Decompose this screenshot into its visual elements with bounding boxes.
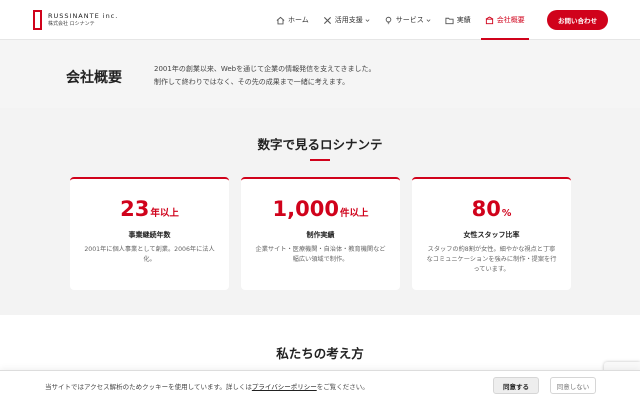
philosophy-section-title: 私たちの考え方 xyxy=(276,346,364,361)
nav-label-company: 会社概要 xyxy=(496,16,525,24)
page-description: 2001年の創業以来、Webを通じて企業の情報発信を支えてきました。 制作して終… xyxy=(154,63,376,89)
folder-icon xyxy=(445,17,454,24)
stat-card-years: 23 年以上 事業継続年数 2001年に個人事業として創業。2006年に法人化。 xyxy=(70,177,229,290)
stat-value: 23 年以上 xyxy=(70,197,229,221)
stat-value: 80 % xyxy=(412,197,571,221)
stat-unit: % xyxy=(501,208,512,219)
nav-item-support[interactable]: 活用支援 xyxy=(323,0,370,40)
tools-icon xyxy=(323,16,331,24)
chevron-down-icon xyxy=(365,18,370,22)
nav-item-company[interactable]: 会社概要 xyxy=(480,0,529,40)
stat-description: スタッフの約8割が女性。細やかな視点と丁寧なコミュニケーションを強みに制作・提案… xyxy=(426,246,557,273)
nav-label-home: ホーム xyxy=(288,16,309,24)
stat-label: 制作実績 xyxy=(306,231,335,239)
nav-label-works: 実績 xyxy=(456,16,471,24)
cookie-message: 当サイトではアクセス解析のためクッキーを使用しています。詳しくはプライバシーポリ… xyxy=(45,381,369,391)
cookie-text-after: をご覧ください。 xyxy=(316,383,369,391)
cookie-agree-button[interactable]: 同意する xyxy=(493,377,539,394)
brand-subname: 株式会社 ロシナンテ xyxy=(48,21,95,28)
site-header: RUSSINANTE inc. 株式会社 ロシナンテ ホーム 活用支援 サービス… xyxy=(0,0,640,40)
stat-value: 1,000 件以上 xyxy=(241,197,400,221)
stat-unit: 年以上 xyxy=(150,208,179,219)
home-icon xyxy=(276,16,285,24)
stat-unit: 件以上 xyxy=(339,208,369,219)
contact-button[interactable]: お問い合わせ xyxy=(547,10,608,30)
chevron-down-icon xyxy=(426,18,431,22)
nav-label-services: サービス xyxy=(395,16,424,24)
stat-label: 事業継続年数 xyxy=(128,231,171,239)
bulb-icon xyxy=(385,16,392,24)
nav-item-services[interactable]: サービス xyxy=(384,0,431,40)
brand-name: RUSSINANTE inc. xyxy=(48,11,119,20)
stat-number: 1,000 xyxy=(272,197,339,221)
nav-item-works[interactable]: 実績 xyxy=(445,0,471,40)
cookie-text-before: 当サイトではアクセス解析のためクッキーを使用しています。詳しくは xyxy=(45,383,252,391)
privacy-policy-link[interactable]: プライバシーポリシー xyxy=(252,383,317,391)
page-description-line: 2001年の創業以来、Webを通じて企業の情報発信を支えてきました。 xyxy=(154,65,376,73)
page-description-line: 制作して終わりではなく、その先の成果まで一緒に考えます。 xyxy=(154,78,350,86)
nav-label-support: 活用支援 xyxy=(334,16,363,24)
section-title-underline xyxy=(310,159,330,161)
nav-item-home[interactable]: ホーム xyxy=(276,0,309,40)
page-title: 会社概要 xyxy=(66,70,122,86)
logo-mark xyxy=(33,10,42,30)
stat-card-works: 1,000 件以上 制作実績 企業サイト・医療機関・自治体・教育機関など幅広い領… xyxy=(241,177,400,290)
building-icon xyxy=(485,16,494,24)
stat-description: 2001年に個人事業として創業。2006年に法人化。 xyxy=(84,246,215,263)
stat-label: 女性スタッフ比率 xyxy=(463,231,520,239)
main-nav: ホーム 活用支援 サービス 実績 会社概要 xyxy=(276,0,539,40)
stat-description: 企業サイト・医療機関・自治体・教育機関など幅広い領域で制作。 xyxy=(255,246,386,263)
cookie-consent-bar: 当サイトではアクセス解析のためクッキーを使用しています。詳しくはプライバシーポリ… xyxy=(0,370,640,400)
numbers-section-title: 数字で見るロシナンテ xyxy=(257,137,383,152)
logo[interactable]: RUSSINANTE inc. 株式会社 ロシナンテ xyxy=(33,10,118,30)
cookie-decline-button[interactable]: 同意しない xyxy=(550,377,596,394)
stat-card-female-ratio: 80 % 女性スタッフ比率 スタッフの約8割が女性。細やかな視点と丁寧なコミュニ… xyxy=(412,177,571,290)
stat-number: 80 xyxy=(471,197,501,221)
stat-number: 23 xyxy=(120,197,150,221)
